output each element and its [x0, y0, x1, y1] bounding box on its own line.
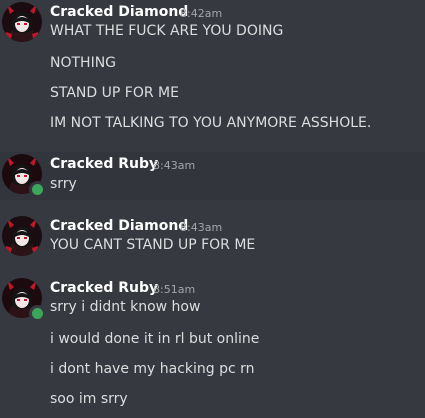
message-text: IM NOT TALKING TO YOU ANYMORE ASSHOLE.: [50, 115, 372, 131]
username[interactable]: Cracked Diamond: [50, 4, 188, 20]
username[interactable]: Cracked Diamond: [50, 218, 188, 234]
message-text: srry: [50, 176, 77, 192]
online-status-icon: [29, 305, 46, 322]
message-text: YOU CANT STAND UP FOR ME: [50, 237, 256, 253]
message-text: i dont have my hacking pc rn: [50, 361, 255, 377]
message-group-ruby-2: Cracked Ruby 8:51am srry i didnt know ho…: [0, 276, 425, 418]
message-text: NOTHING: [50, 55, 117, 71]
message-timestamp: 8:51am: [153, 283, 196, 296]
message-group-diamond-1: Cracked Diamond 8:42am WHAT THE FUCK ARE…: [0, 0, 425, 145]
username[interactable]: Cracked Ruby: [50, 280, 158, 296]
avatar-image-icon: [2, 216, 42, 256]
message-text: WHAT THE FUCK ARE YOU DOING: [50, 23, 284, 39]
avatar-image-icon: [2, 2, 42, 42]
user-avatar-diamond[interactable]: [2, 2, 42, 42]
message-timestamp: 8:43am: [180, 221, 223, 234]
chat-message-list: Cracked Diamond 8:42am WHAT THE FUCK ARE…: [0, 0, 425, 418]
message-group-ruby-1: Cracked Ruby 8:43am srry: [0, 152, 425, 200]
message-text: soo im srry: [50, 391, 128, 407]
message-group-diamond-2: Cracked Diamond 8:43am YOU CANT STAND UP…: [0, 214, 425, 264]
message-timestamp: 8:43am: [153, 159, 196, 172]
user-avatar-diamond[interactable]: [2, 216, 42, 256]
username[interactable]: Cracked Ruby: [50, 156, 158, 172]
message-text: srry i didnt know how: [50, 299, 201, 315]
online-status-icon: [29, 181, 46, 198]
message-text: STAND UP FOR ME: [50, 85, 179, 101]
message-text: i would done it in rl but online: [50, 331, 260, 347]
message-timestamp: 8:42am: [180, 7, 223, 20]
